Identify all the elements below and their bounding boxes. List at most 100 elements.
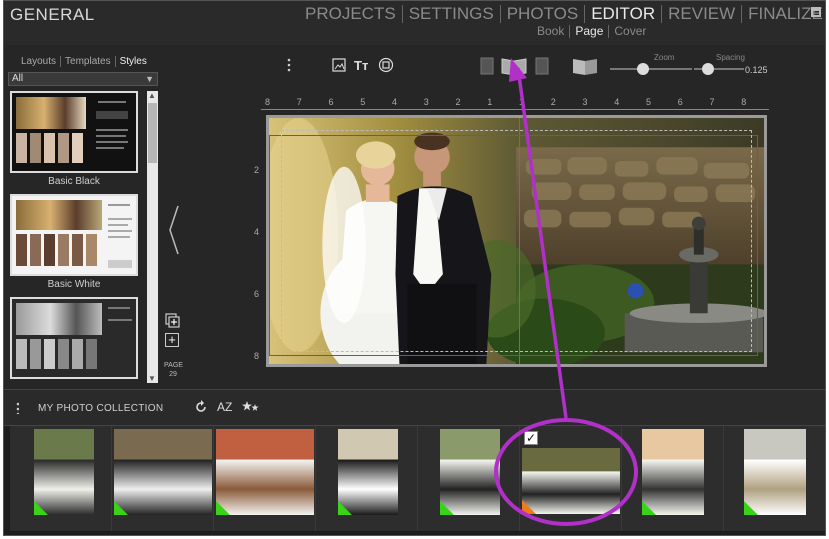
book-view-icon[interactable] [571, 56, 599, 76]
couple-photo[interactable] [269, 118, 764, 364]
photo-thumbnail-bride-bouquet[interactable] [216, 429, 314, 515]
style-thumbnail [10, 194, 138, 276]
collection-title: MY PHOTO COLLECTION [38, 403, 164, 414]
collection-grip-icon[interactable] [16, 402, 19, 414]
vertical-ruler: 2 4 6 8 [250, 113, 264, 369]
ruler-tick-label: 4 [614, 97, 620, 107]
nav-projects[interactable]: PROJECTS [299, 5, 403, 23]
page-canvas[interactable] [266, 115, 767, 367]
nav-photos[interactable]: PHOTOS [501, 5, 586, 23]
ruler-tick-label: 6 [254, 289, 260, 299]
spread-view-icon[interactable] [480, 56, 550, 76]
scroll-up-icon[interactable]: ▲ [148, 91, 156, 100]
zoom-slider-handle[interactable] [636, 63, 649, 75]
filmstrip-item[interactable] [316, 426, 418, 531]
page-indicator: PAGE 29 [164, 361, 183, 379]
nav-editor[interactable]: EDITOR [585, 5, 663, 23]
spacing-slider-handle[interactable] [701, 63, 714, 75]
main-nav: PROJECTS SETTINGS PHOTOS EDITOR REVIEW F… [299, 5, 825, 23]
tab-templates[interactable]: Templates [61, 56, 116, 67]
ruler-tick-label: 3 [423, 97, 429, 107]
zoom-slider[interactable] [610, 68, 692, 70]
app-title[interactable]: GENERAL [10, 5, 95, 25]
add-image-icon[interactable] [332, 58, 346, 72]
page-number: 29 [169, 371, 177, 378]
photo-thumbnail-wedding-party[interactable] [114, 429, 212, 515]
sort-az-icon[interactable]: AZ [217, 400, 232, 414]
editor-sub-nav: Book Page Cover [532, 25, 651, 38]
ruler-tick-label: 5 [360, 97, 366, 107]
photo-collection-header: MY PHOTO COLLECTION AZ [4, 389, 825, 425]
photo-used-indicator [34, 501, 48, 515]
ruler-tick-label: 7 [709, 97, 715, 107]
ruler-tick-label: 2 [254, 165, 260, 175]
filmstrip-item[interactable] [112, 426, 214, 531]
ruler-tick-label: 2 [550, 97, 556, 107]
photo-used-indicator [522, 500, 536, 514]
style-card-basic-white[interactable]: Basic White [8, 194, 140, 291]
ruler-tick-label: 3 [582, 97, 588, 107]
tab-styles[interactable]: Styles [116, 56, 151, 67]
subnav-cover[interactable]: Cover [609, 25, 651, 38]
spacing-value: 0.125 [745, 65, 768, 75]
toolbar-grip-icon[interactable] [286, 57, 292, 73]
filmstrip-item[interactable] [10, 426, 112, 531]
chevron-down-icon: ▼ [145, 74, 154, 84]
photo-used-indicator [216, 501, 230, 515]
styles-list: Basic Black Basic White [8, 91, 146, 383]
style-thumbnail [10, 297, 138, 379]
photo-used-indicator [440, 501, 454, 515]
collapse-left-panel-icon[interactable] [167, 204, 181, 256]
add-shape-icon[interactable] [378, 57, 394, 73]
duplicate-page-icon[interactable] [165, 313, 181, 329]
top-navigation-bar: GENERAL PROJECTS SETTINGS PHOTOS EDITOR … [4, 1, 825, 45]
subnav-page[interactable]: Page [570, 25, 610, 38]
ruler-tick-label: 8 [265, 97, 271, 107]
ruler-tick-label: 6 [677, 97, 683, 107]
filmstrip-item[interactable] [418, 426, 520, 531]
page-label: PAGE [164, 362, 183, 369]
photo-used-indicator [642, 501, 656, 515]
add-text-icon[interactable]: Tт [354, 58, 372, 72]
tab-layouts[interactable]: Layouts [17, 56, 62, 67]
zoom-label: Zoom [654, 53, 675, 62]
style-label-third [8, 382, 140, 383]
filmstrip-item[interactable] [622, 426, 724, 531]
photo-thumbnail-couple-fountain[interactable] [522, 448, 620, 514]
nav-review[interactable]: REVIEW [662, 5, 743, 23]
scrollbar-thumb[interactable] [148, 103, 157, 163]
app-window: GENERAL PROJECTS SETTINGS PHOTOS EDITOR … [3, 0, 826, 536]
nav-settings[interactable]: SETTINGS [403, 5, 501, 23]
styles-scrollbar[interactable]: ▲ ▼ [147, 91, 158, 383]
photo-filmstrip [4, 425, 825, 535]
selected-checkbox[interactable]: ✓ [524, 431, 538, 445]
window-restore-icon[interactable] [811, 7, 821, 17]
subnav-book[interactable]: Book [532, 25, 571, 38]
ruler-tick-label: 8 [254, 351, 260, 361]
ruler-tick-label: 1 [519, 97, 525, 107]
left-panel: Layouts Templates Styles All ▼ Basic Bla… [4, 51, 159, 383]
ruler-tick-label: 6 [328, 97, 334, 107]
style-card-third[interactable] [8, 297, 140, 383]
svg-text:Tт: Tт [354, 58, 368, 72]
ruler-tick-label: 5 [646, 97, 652, 107]
ruler-tick-label: 8 [741, 97, 747, 107]
spine-guide [519, 118, 520, 364]
rotate-icon[interactable] [194, 400, 208, 414]
ruler-tick-label: 4 [392, 97, 398, 107]
style-card-basic-black[interactable]: Basic Black [8, 91, 140, 188]
spacing-label: Spacing [716, 53, 745, 62]
filmstrip-item[interactable] [214, 426, 316, 531]
style-label-basic-black: Basic Black [48, 176, 100, 187]
ruler-tick-label: 1 [487, 97, 493, 107]
photo-used-indicator [338, 501, 352, 515]
style-label-basic-white: Basic White [47, 279, 101, 290]
style-thumbnail [10, 91, 138, 173]
styles-filter-select[interactable]: All ▼ [8, 72, 158, 86]
photo-used-indicator [114, 501, 128, 515]
filmstrip-item[interactable] [724, 426, 825, 531]
ruler-tick-label: 7 [296, 97, 302, 107]
add-page-icon[interactable]: + [165, 333, 179, 347]
scroll-down-icon[interactable]: ▼ [148, 374, 156, 383]
star-filter-icon[interactable] [242, 400, 260, 414]
